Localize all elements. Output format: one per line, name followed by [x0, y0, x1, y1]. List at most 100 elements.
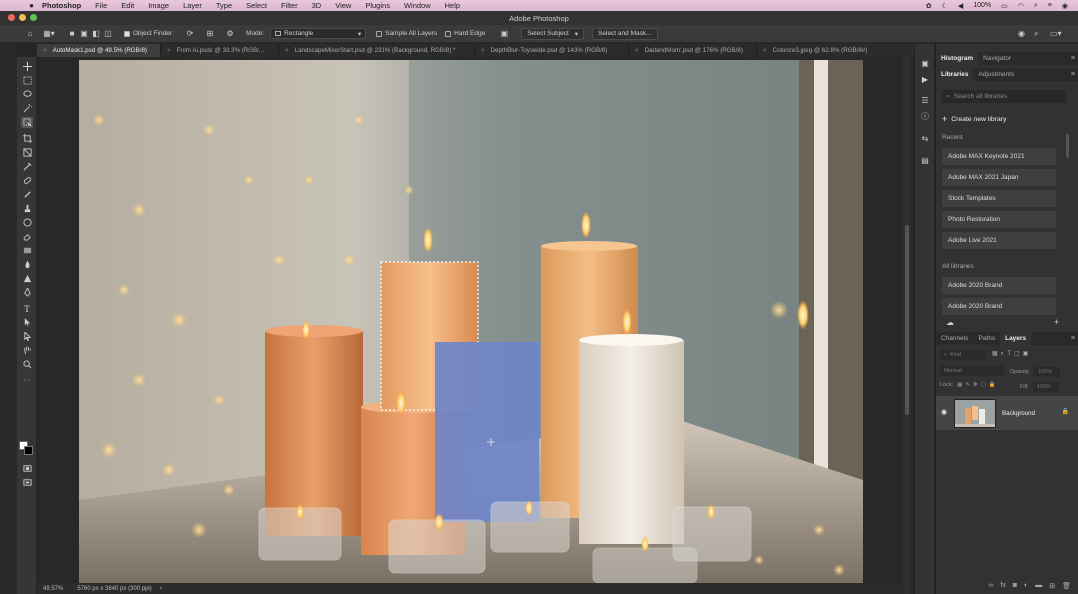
search-icon[interactable]: ⌕ — [1034, 2, 1038, 10]
crop-tool-icon[interactable] — [21, 133, 33, 144]
panel-menu-icon[interactable]: ≡ — [1071, 71, 1075, 78]
zoom-window-button[interactable] — [30, 14, 37, 21]
blend-mode-dropdown[interactable]: Normal — [940, 366, 1004, 376]
user-icon[interactable]: ◉ — [1018, 29, 1025, 38]
menu-filter[interactable]: Filter — [281, 1, 298, 10]
canvas-vertical-scrollbar[interactable] — [903, 57, 911, 594]
layer-kind-filter[interactable]: ⌕ Kind — [940, 350, 986, 360]
tab-automask1[interactable]: × AutoMask1.psd @ 49.5% (RGB/8) — [37, 44, 161, 57]
tab-paths[interactable]: Paths — [973, 332, 1000, 345]
menu-type[interactable]: Type — [216, 1, 232, 10]
gear-icon[interactable]: ⚙ — [222, 29, 238, 38]
menu-edit[interactable]: Edit — [121, 1, 134, 10]
history-icon[interactable]: ▣ — [920, 58, 930, 68]
library-item[interactable]: Stock Templates — [942, 190, 1056, 207]
libraries-scrollbar[interactable] — [1066, 134, 1069, 158]
brain-icon[interactable]: ▣ — [497, 29, 511, 38]
battery-icon[interactable]: ▭ — [1001, 2, 1008, 10]
menu-help[interactable]: Help — [445, 1, 460, 10]
magic-wand-tool-icon[interactable] — [21, 103, 33, 114]
mode-dropdown[interactable]: Rectangle ▾ — [270, 28, 367, 39]
document-canvas[interactable] — [79, 60, 863, 583]
create-new-library-button[interactable]: + Create new library — [942, 114, 1006, 124]
opacity-value[interactable]: 100% — [1034, 367, 1061, 377]
fill-value[interactable]: 100% — [1032, 382, 1059, 392]
library-item[interactable]: Adobe 2020 Brand — [942, 277, 1056, 294]
brush-tool-icon[interactable] — [21, 189, 33, 200]
sample-all-layers-toggle[interactable]: Sample All Layers — [376, 30, 437, 37]
volume-icon[interactable]: ◀ — [958, 2, 963, 10]
moon-icon[interactable]: ☾ — [942, 2, 948, 10]
subtract-selection-icon[interactable]: ◧ — [90, 29, 102, 38]
hard-edge-checkbox[interactable] — [445, 30, 452, 37]
zoom-level[interactable]: 49.57% — [43, 586, 63, 592]
move-tool-icon[interactable] — [21, 61, 33, 72]
menu-layer[interactable]: Layer — [183, 1, 202, 10]
close-icon[interactable]: × — [481, 47, 485, 54]
library-item[interactable]: Adobe 2020 Brand — [942, 298, 1056, 315]
menu-app-name[interactable]: Photoshop — [42, 1, 81, 10]
menu-view[interactable]: View — [335, 1, 351, 10]
layer-filter-icons[interactable]: ▦◐T▢▣ — [992, 350, 1031, 357]
new-selection-icon[interactable]: ■ — [66, 29, 78, 38]
panel-menu-icon[interactable]: ≡ — [1071, 55, 1075, 62]
menu-image[interactable]: Image — [148, 1, 169, 10]
tool-preset-icon[interactable]: ▦▾ — [40, 29, 58, 38]
menu-select[interactable]: Select — [246, 1, 267, 10]
lock-icons[interactable]: ▦✎✥▢🔒 — [957, 382, 998, 388]
tab-layers[interactable]: Layers — [1000, 332, 1032, 345]
screen-mode-icon[interactable] — [21, 477, 33, 488]
delete-layer-icon[interactable]: 🗑 — [1062, 582, 1071, 590]
tab-adjustments[interactable]: Adjustments — [973, 68, 1019, 81]
fill-control[interactable]: Fill: 100% — [1020, 382, 1059, 392]
play-actions-icon[interactable]: ▶ — [920, 74, 930, 84]
type-tool-icon[interactable]: T — [21, 303, 33, 314]
properties-icon[interactable]: ☰ — [920, 95, 930, 105]
creative-cloud-icon[interactable]: ✿ — [926, 2, 932, 10]
home-icon[interactable]: ⌂ — [20, 29, 40, 38]
library-item[interactable]: Photo Restoration — [942, 211, 1056, 228]
layer-row-background[interactable]: ◉ Background 🔒 — [936, 396, 1078, 430]
library-item[interactable]: Adobe MAX 2021 Japan — [942, 169, 1056, 186]
chevron-right-icon[interactable]: › — [160, 586, 162, 592]
wifi-icon[interactable]: ◠ — [1018, 2, 1024, 10]
close-icon[interactable]: × — [763, 47, 767, 54]
object-selection-tool-icon[interactable] — [21, 117, 33, 128]
more-tools-icon[interactable]: ··· — [21, 375, 33, 386]
siri-icon[interactable]: ◉ — [1062, 2, 1068, 10]
new-group-icon[interactable]: ▬ — [1035, 582, 1042, 589]
intersect-selection-icon[interactable]: ◫ — [102, 29, 114, 38]
marquee-tool-icon[interactable] — [21, 75, 33, 86]
tab-channels[interactable]: Channels — [936, 332, 973, 345]
search-icon[interactable]: ⌕ — [1034, 29, 1038, 39]
menu-file[interactable]: File — [95, 1, 107, 10]
close-icon[interactable]: × — [285, 47, 289, 54]
add-mask-icon[interactable]: ◙ — [1013, 582, 1017, 589]
refresh-icon[interactable]: ⟳ — [182, 29, 198, 38]
minimize-window-button[interactable] — [19, 14, 26, 21]
document-info[interactable]: 5760 px x 3840 px (300 ppi) — [77, 586, 151, 592]
tab-histogram[interactable]: Histogram — [936, 52, 979, 65]
cloud-icon[interactable]: ☁ — [946, 318, 954, 327]
info-icon[interactable]: ⓘ — [920, 111, 930, 121]
path-selection-tool-icon[interactable] — [21, 317, 33, 328]
select-subject-button[interactable]: Select Subject ▾ — [521, 27, 585, 40]
close-window-button[interactable] — [8, 14, 15, 21]
eraser-tool-icon[interactable] — [21, 231, 33, 242]
pen-tool-icon[interactable] — [21, 287, 33, 298]
scrollbar-thumb[interactable] — [905, 225, 909, 415]
workspace-icon[interactable]: ▭▾ — [1050, 29, 1062, 38]
menu-window[interactable]: Window — [404, 1, 431, 10]
add-selection-icon[interactable]: ▣ — [78, 29, 90, 38]
panel-menu-icon[interactable]: ≡ — [1071, 335, 1075, 342]
comments-icon[interactable]: ▤ — [920, 155, 930, 165]
frame-tool-icon[interactable] — [21, 147, 33, 158]
close-icon[interactable]: × — [635, 47, 639, 54]
hard-edge-toggle[interactable]: Hard Edge — [445, 30, 485, 37]
layer-style-icon[interactable]: fx — [1000, 582, 1005, 589]
tab-navigator[interactable]: Navigator — [978, 52, 1016, 65]
adjust-icon[interactable]: ⇆ — [920, 133, 930, 143]
library-search-input[interactable]: ⌕ Search all libraries — [942, 90, 1066, 103]
library-item[interactable]: Adobe Live 2021 — [942, 232, 1056, 249]
show-all-objects-icon[interactable]: ⊞ — [202, 29, 218, 38]
